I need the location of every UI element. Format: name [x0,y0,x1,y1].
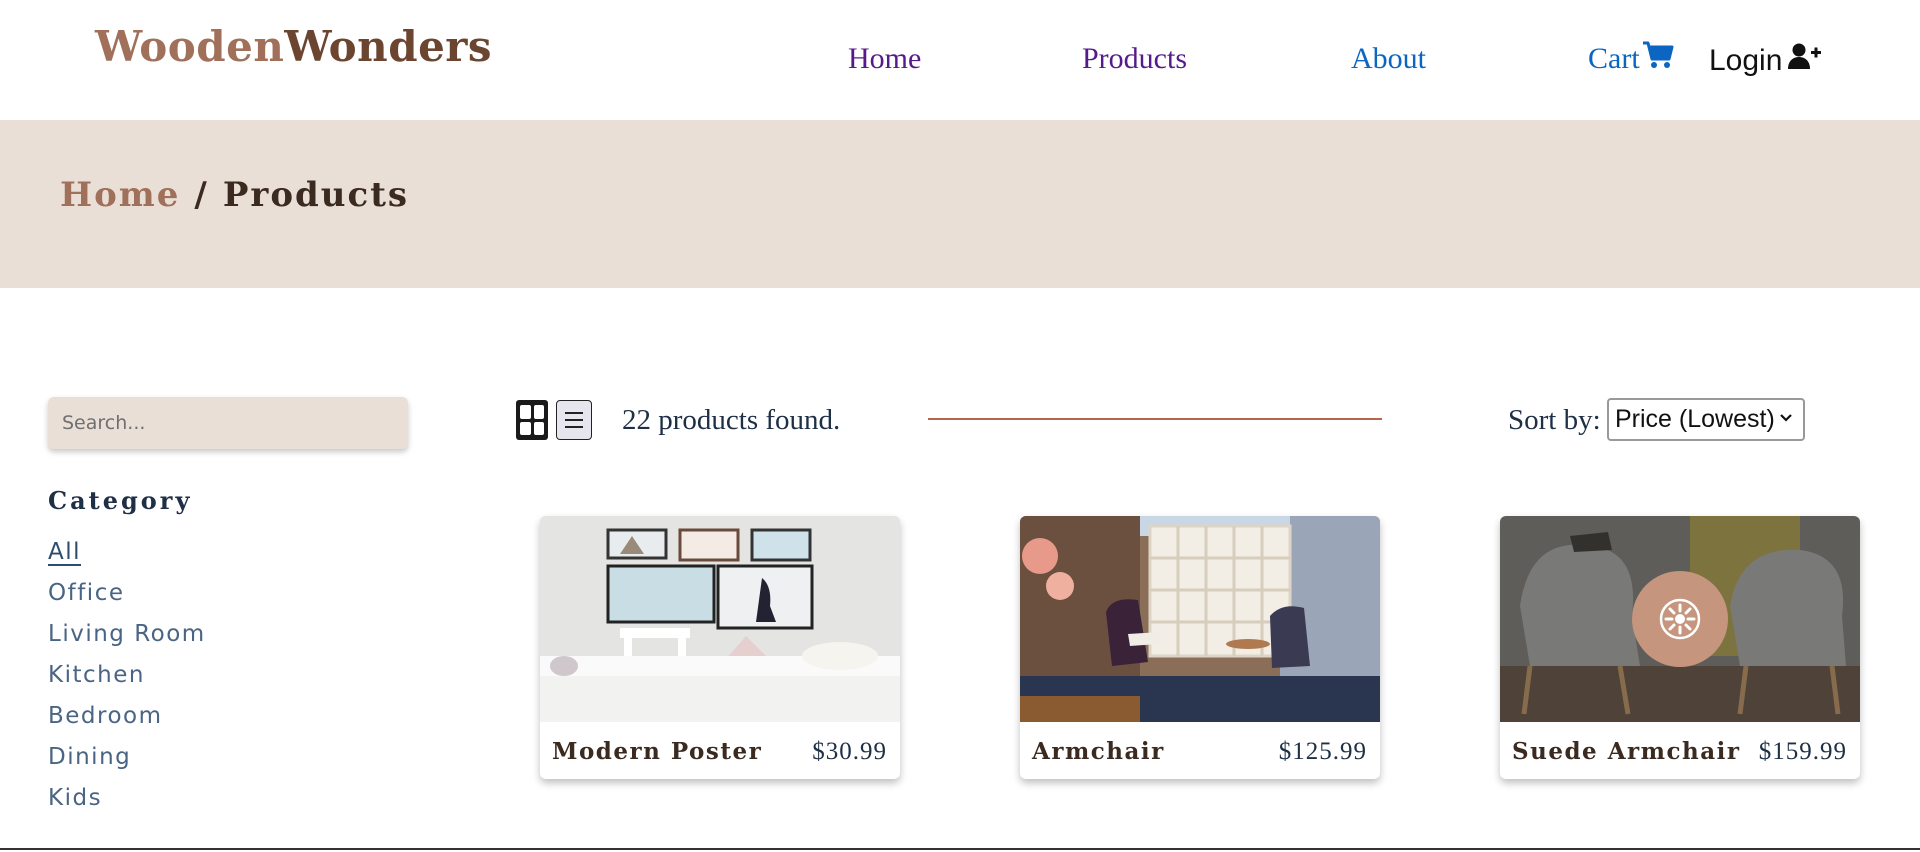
breadcrumb-home-link[interactable]: Home [60,175,180,215]
breadcrumb-banner: Home / Products [0,120,1920,288]
logo-part-2: Wonders [284,22,493,71]
category-item-living-room[interactable]: Living Room [48,614,206,655]
list-icon-line [565,412,583,414]
category-item-office[interactable]: Office [48,573,206,614]
product-name: Armchair [1032,738,1165,765]
product-image [540,516,900,722]
login-button[interactable]: Login [1709,43,1822,78]
user-plus-icon [1788,43,1822,69]
product-price: $159.99 [1758,738,1847,765]
product-price: $30.99 [812,738,887,765]
product-card-armchair[interactable]: Armchair $125.99 [1020,516,1380,779]
product-card-suede-armchair[interactable]: Suede Armchair $159.99 [1500,516,1860,779]
search-input[interactable] [48,397,408,449]
logo-part-1: Wooden [95,22,285,71]
grid-icon-cell [533,405,544,419]
product-name: Suede Armchair [1512,738,1741,765]
grid-icon-cell [520,421,531,435]
list-view-button[interactable] [556,400,592,440]
sort-select[interactable]: Price (Lowest) [1607,398,1805,441]
product-image [1020,516,1380,722]
category-heading: Category [48,486,193,515]
grid-view-button[interactable] [516,400,548,440]
list-icon-line [565,426,583,428]
category-item-kids[interactable]: Kids [48,778,206,819]
category-item-kitchen[interactable]: Kitchen [48,655,206,696]
bottom-border [0,848,1920,850]
view-details-button[interactable] [1632,571,1728,667]
breadcrumb-separator: / [194,175,209,215]
toolbar-divider [928,418,1382,420]
list-icon-line [565,419,583,421]
product-image [1500,516,1860,722]
sort-selected-value: Price (Lowest) [1615,405,1775,433]
products-count: 22 products found. [622,404,841,436]
nav-products-link[interactable]: Products [1082,42,1187,76]
site-header: WoodenWonders Home Products About Cart L… [0,0,1920,120]
grid-icon-cell [533,421,544,435]
sun-icon [1659,598,1701,640]
product-price: $125.99 [1278,738,1367,765]
grid-icon-cell [520,405,531,419]
breadcrumb: Home / Products [60,175,409,215]
nav-home-link[interactable]: Home [848,42,921,76]
category-item-dining[interactable]: Dining [48,737,206,778]
product-card-modern-poster[interactable]: Modern Poster $30.99 [540,516,900,779]
category-list: All Office Living Room Kitchen Bedroom D… [48,532,206,819]
cart-label: Cart [1588,42,1640,75]
sort-label: Sort by: [1508,404,1601,436]
nav-cart-link[interactable]: Cart [1588,41,1674,76]
cart-icon [1642,41,1674,68]
login-label: Login [1709,44,1783,77]
category-item-all[interactable]: All [48,532,206,573]
product-name: Modern Poster [552,738,763,765]
breadcrumb-current: Products [222,175,410,215]
chevron-down-icon [1780,414,1792,422]
category-item-bedroom[interactable]: Bedroom [48,696,206,737]
logo[interactable]: WoodenWonders [95,22,492,71]
nav-about-link[interactable]: About [1351,42,1426,76]
